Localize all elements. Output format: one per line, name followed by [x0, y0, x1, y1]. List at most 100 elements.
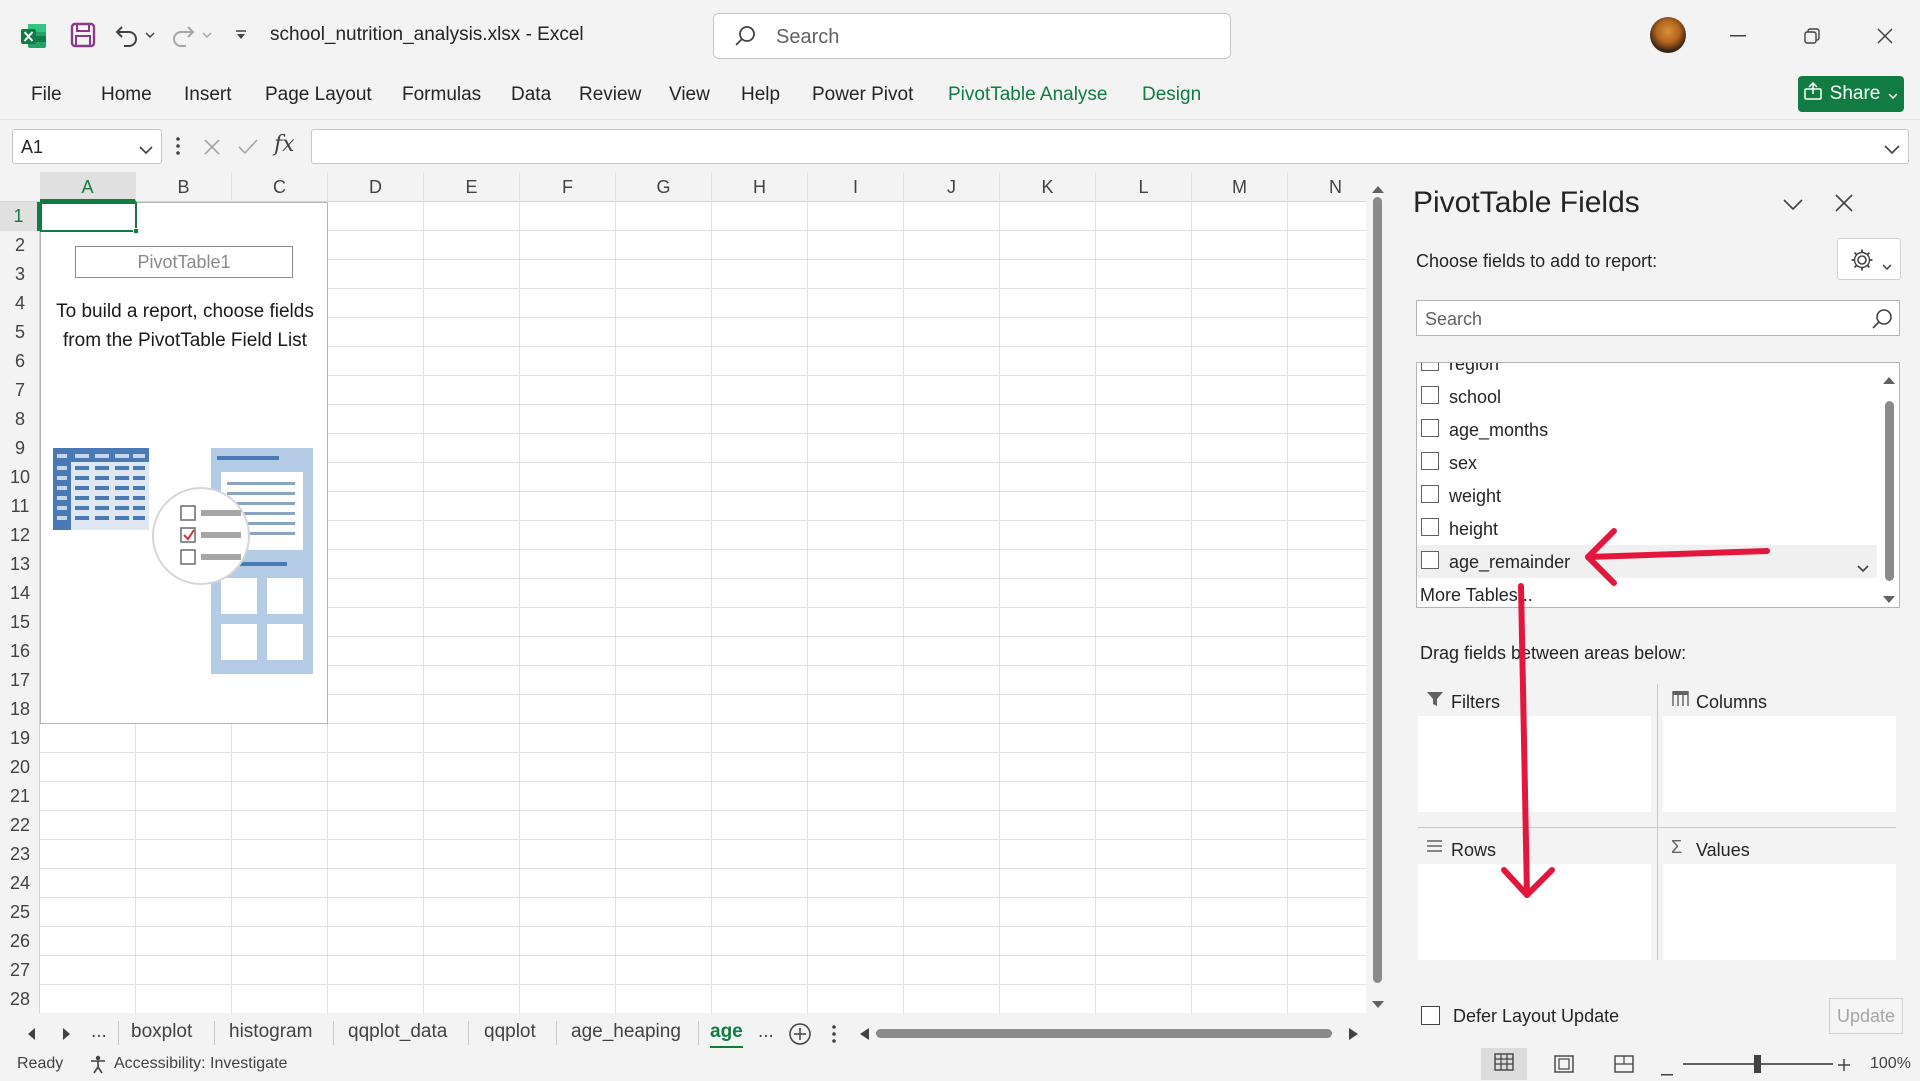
scroll-sheets-left-icon[interactable]: [28, 1027, 36, 1045]
field-item-weight[interactable]: weight: [1417, 479, 1877, 512]
share-button[interactable]: Share: [1798, 76, 1904, 112]
row-header-24[interactable]: 24: [0, 869, 40, 898]
tab-insert[interactable]: Insert: [184, 84, 232, 106]
minimize-icon[interactable]: [1715, 14, 1761, 58]
row-header-17[interactable]: 17: [0, 666, 40, 695]
scroll-down-icon[interactable]: [1883, 591, 1895, 607]
field-item-age-months[interactable]: age_months: [1417, 413, 1877, 446]
row-header-13[interactable]: 13: [0, 550, 40, 579]
formula-input[interactable]: [311, 129, 1909, 164]
sheet-tab-histogram[interactable]: histogram: [229, 1017, 312, 1049]
row-header-6[interactable]: 6: [0, 347, 40, 376]
field-item-school[interactable]: school: [1417, 380, 1877, 413]
row-header-8[interactable]: 8: [0, 405, 40, 434]
row-header-11[interactable]: 11: [0, 492, 40, 521]
columns-area[interactable]: Columns: [1663, 684, 1896, 812]
filters-drop-zone[interactable]: [1418, 716, 1651, 812]
scroll-right-icon[interactable]: [1349, 1027, 1358, 1045]
horizontal-scroll-thumb[interactable]: [876, 1029, 1332, 1038]
sheet-tabs-overflow-left[interactable]: ...: [91, 1017, 107, 1049]
row-header-19[interactable]: 19: [0, 724, 40, 753]
horizontal-scrollbar[interactable]: [876, 1026, 1336, 1040]
column-header-d[interactable]: D: [328, 172, 424, 202]
sheet-tab-qqplot-data[interactable]: qqplot_data: [348, 1017, 447, 1049]
tab-design[interactable]: Design: [1142, 84, 1201, 106]
field-list-settings-button[interactable]: [1837, 238, 1901, 280]
customize-qat-icon[interactable]: [232, 26, 250, 44]
field-search-input[interactable]: Search: [1416, 300, 1900, 336]
column-header-m[interactable]: M: [1192, 172, 1288, 202]
columns-drop-zone[interactable]: [1663, 716, 1896, 812]
field-list-scrollbar[interactable]: [1879, 363, 1899, 607]
accessibility-status[interactable]: Accessibility: Investigate: [114, 1055, 287, 1073]
sheet-options-icon[interactable]: [832, 1025, 836, 1048]
row-header-10[interactable]: 10: [0, 463, 40, 492]
row-header-21[interactable]: 21: [0, 782, 40, 811]
undo-dropdown-icon[interactable]: [143, 28, 157, 42]
field-checkbox[interactable]: [1421, 551, 1439, 569]
sheet-tab-active[interactable]: age: [710, 1017, 743, 1049]
column-header-f[interactable]: F: [520, 172, 616, 202]
row-header-23[interactable]: 23: [0, 840, 40, 869]
undo-icon[interactable]: [112, 20, 142, 50]
accessibility-icon[interactable]: [88, 1054, 108, 1079]
field-checkbox[interactable]: [1421, 386, 1439, 404]
tab-help[interactable]: Help: [741, 84, 780, 106]
row-header-12[interactable]: 12: [0, 521, 40, 550]
save-icon[interactable]: [68, 20, 98, 50]
sheet-tab-boxplot[interactable]: boxplot: [131, 1017, 192, 1049]
tab-formulas[interactable]: Formulas: [402, 84, 481, 106]
update-button[interactable]: Update: [1829, 998, 1903, 1034]
scroll-down-icon[interactable]: [1372, 996, 1384, 1014]
field-checkbox[interactable]: [1421, 363, 1439, 371]
tab-review[interactable]: Review: [579, 84, 641, 106]
defer-checkbox[interactable]: [1421, 1006, 1440, 1025]
tab-view[interactable]: View: [669, 84, 710, 106]
tab-page-layout[interactable]: Page Layout: [265, 84, 372, 106]
column-header-i[interactable]: I: [808, 172, 904, 202]
field-checkbox[interactable]: [1421, 452, 1439, 470]
values-drop-zone[interactable]: [1663, 864, 1896, 960]
row-header-20[interactable]: 20: [0, 753, 40, 782]
column-header-l[interactable]: L: [1096, 172, 1192, 202]
field-item-height[interactable]: height: [1417, 512, 1877, 545]
row-header-1[interactable]: 1: [0, 202, 40, 231]
column-header-h[interactable]: H: [712, 172, 808, 202]
row-header-18[interactable]: 18: [0, 695, 40, 724]
normal-view-button[interactable]: [1481, 1048, 1527, 1080]
row-header-7[interactable]: 7: [0, 376, 40, 405]
page-layout-view-icon[interactable]: [1554, 1055, 1574, 1078]
cancel-formula-icon[interactable]: [203, 138, 221, 161]
row-header-9[interactable]: 9: [0, 434, 40, 463]
column-header-a[interactable]: A: [40, 172, 136, 202]
column-header-b[interactable]: B: [136, 172, 232, 202]
rows-drop-zone[interactable]: [1418, 864, 1651, 960]
scroll-left-icon[interactable]: [860, 1027, 869, 1045]
zoom-out-icon[interactable]: [1661, 1063, 1673, 1081]
avatar[interactable]: [1650, 17, 1686, 53]
row-header-26[interactable]: 26: [0, 927, 40, 956]
column-header-g[interactable]: G: [616, 172, 712, 202]
row-header-28[interactable]: 28: [0, 985, 40, 1014]
redo-icon[interactable]: [168, 20, 198, 50]
selected-cell-a1[interactable]: [40, 202, 139, 234]
scroll-sheets-right-icon[interactable]: [62, 1027, 70, 1045]
more-tables-link[interactable]: More Tables...: [1420, 585, 1533, 606]
tab-file[interactable]: File: [31, 84, 62, 106]
sheet-tabs-overflow-right[interactable]: ...: [758, 1017, 774, 1049]
field-checkbox[interactable]: [1421, 419, 1439, 437]
zoom-slider[interactable]: [1683, 1055, 1833, 1073]
vertical-scrollbar[interactable]: [1366, 172, 1388, 1017]
insert-function-icon[interactable]: fx: [274, 132, 295, 157]
close-pane-icon[interactable]: [1835, 194, 1853, 217]
field-item-age-remainder[interactable]: age_remainder: [1417, 545, 1877, 578]
tab-pivottable-analyse[interactable]: PivotTable Analyse: [948, 84, 1108, 106]
row-header-16[interactable]: 16: [0, 637, 40, 666]
redo-dropdown-icon[interactable]: [200, 28, 214, 42]
zoom-in-icon[interactable]: [1838, 1058, 1850, 1076]
scroll-up-icon[interactable]: [1372, 180, 1384, 198]
add-sheet-icon[interactable]: [788, 1022, 812, 1051]
enter-formula-icon[interactable]: [237, 138, 259, 161]
values-area[interactable]: Σ Values: [1663, 832, 1896, 960]
row-header-2[interactable]: 2: [0, 231, 40, 260]
